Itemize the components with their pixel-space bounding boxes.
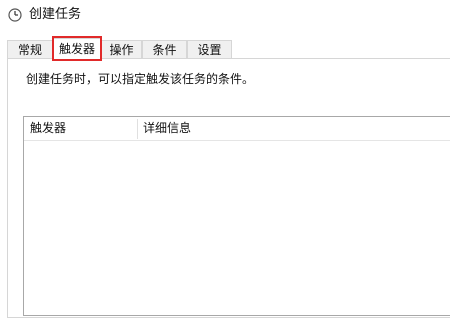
- column-divider[interactable]: [137, 119, 138, 139]
- clock-icon: [8, 8, 22, 22]
- trigger-list-header: 触发器 详细信息: [24, 117, 450, 141]
- tab-triggers[interactable]: 触发器: [53, 38, 101, 60]
- tab-general[interactable]: 常规: [7, 40, 53, 59]
- trigger-list[interactable]: 触发器 详细信息: [23, 116, 450, 316]
- tab-actions[interactable]: 操作: [101, 40, 142, 59]
- tab-conditions[interactable]: 条件: [142, 40, 187, 59]
- column-header-details[interactable]: 详细信息: [143, 117, 191, 140]
- title-bar: 创建任务: [0, 0, 450, 32]
- tab-settings[interactable]: 设置: [187, 40, 232, 59]
- triggers-description: 创建任务时，可以指定触发该任务的条件。: [26, 72, 255, 86]
- column-header-trigger[interactable]: 触发器: [30, 117, 66, 140]
- window-title: 创建任务: [29, 7, 82, 22]
- tab-strip: 常规 触发器 操作 条件 设置: [0, 36, 450, 60]
